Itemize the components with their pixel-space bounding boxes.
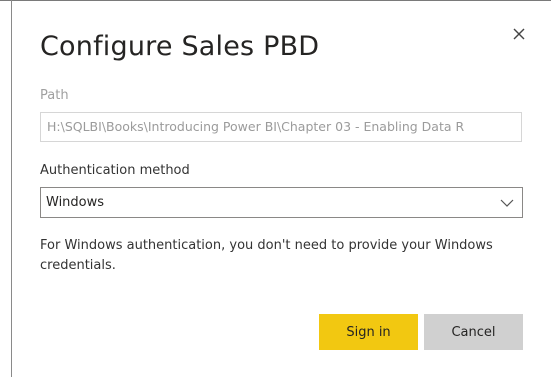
path-field: H:\SQLBI\Books\Introducing Power BI\Chap… — [40, 112, 522, 142]
authentication-method-select[interactable]: Windows — [40, 187, 523, 218]
sign-in-button[interactable]: Sign in — [319, 314, 418, 350]
info-text: For Windows authentication, you don't ne… — [40, 238, 493, 273]
path-label: Path — [40, 88, 69, 103]
dialog-title: Configure Sales PBD — [40, 31, 320, 62]
authentication-method-value: Windows — [46, 195, 105, 210]
close-icon[interactable] — [508, 23, 530, 45]
path-value: H:\SQLBI\Books\Introducing Power BI\Chap… — [47, 119, 465, 134]
cancel-button[interactable]: Cancel — [424, 314, 523, 350]
dialog-left-border — [11, 0, 12, 377]
chevron-down-icon — [500, 197, 514, 209]
authentication-method-label: Authentication method — [40, 163, 190, 178]
configure-dialog: Configure Sales PBD Path H:\SQLBI\Books\… — [0, 0, 551, 377]
dialog-top-border — [0, 0, 551, 1]
